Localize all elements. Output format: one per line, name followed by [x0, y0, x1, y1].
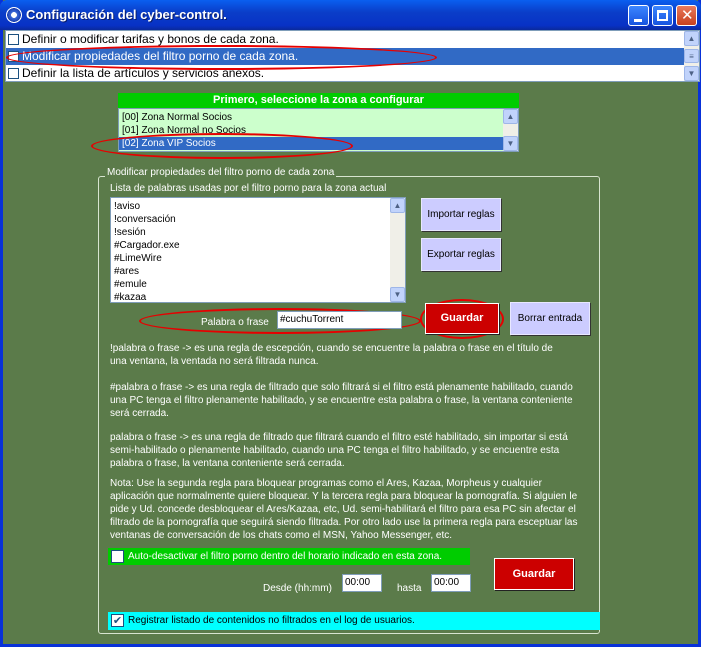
to-label: hasta: [397, 583, 422, 594]
word-item[interactable]: !sesión: [114, 226, 146, 239]
filter-group-title: Modificar propiedades del filtro porno d…: [105, 167, 337, 178]
log-checkbox[interactable]: ✔: [111, 614, 124, 627]
zone-item[interactable]: [00] Zona Normal Socios: [119, 111, 503, 124]
to-time-input[interactable]: 00:00: [431, 574, 471, 592]
scroll-up-icon[interactable]: ▲: [684, 31, 699, 46]
word-item[interactable]: #Cargador.exe: [114, 239, 180, 252]
export-rules-button[interactable]: Exportar reglas: [421, 238, 501, 271]
zone-header: Primero, seleccione la zona a configurar: [118, 93, 519, 108]
import-rules-button[interactable]: Importar reglas: [421, 198, 501, 231]
close-icon: ✕: [681, 6, 694, 24]
maximize-button[interactable]: [652, 5, 673, 26]
option-tariffs[interactable]: Definir o modificar tarifas y bonos de c…: [6, 31, 686, 48]
app-gear-icon: [6, 7, 22, 23]
from-label: Desde (hh:mm): [263, 583, 332, 594]
delete-entry-button[interactable]: Borrar entrada: [510, 302, 590, 335]
word-item[interactable]: !aviso: [114, 200, 140, 213]
close-button[interactable]: ✕: [676, 5, 697, 26]
option-label: Definir o modificar tarifas y bonos de c…: [22, 32, 279, 46]
window-title: Configuración del cyber-control.: [26, 7, 227, 22]
annotation-ellipse: [6, 45, 437, 70]
help-text: !palabra o frase -> es una regla de esce…: [110, 343, 553, 367]
word-list-scrollbar[interactable]: ▲ ▼: [390, 198, 405, 302]
title-bar[interactable]: Configuración del cyber-control. ✕: [0, 0, 701, 30]
maximize-icon: [657, 10, 668, 21]
scroll-down-icon[interactable]: ▼: [503, 136, 518, 151]
scroll-thumb[interactable]: ≡: [684, 49, 699, 63]
scroll-up-icon[interactable]: ▲: [390, 198, 405, 213]
option-checkbox[interactable]: [8, 68, 19, 79]
minimize-button[interactable]: [628, 5, 649, 26]
auto-disable-label: Auto-desactivar el filtro porno dentro d…: [128, 551, 443, 562]
from-time-input[interactable]: 00:00: [342, 574, 382, 592]
annotation-ellipse: [91, 133, 353, 159]
log-label: Registrar listado de contenidos no filtr…: [128, 615, 415, 626]
scroll-down-icon[interactable]: ▼: [390, 287, 405, 302]
word-item[interactable]: #emule: [114, 278, 147, 291]
word-item[interactable]: #kazaa: [114, 291, 146, 304]
scroll-up-icon[interactable]: ▲: [503, 109, 518, 124]
word-list-label: Lista de palabras usadas por el filtro p…: [110, 183, 387, 194]
auto-disable-checkbox[interactable]: [111, 550, 124, 563]
scroll-down-icon[interactable]: ▼: [684, 66, 699, 81]
option-checkbox[interactable]: [8, 34, 19, 45]
phrase-label: Palabra o frase: [201, 317, 269, 328]
help-text: #palabra o frase -> es una regla de filt…: [110, 382, 573, 419]
zone-scrollbar[interactable]: ▲ ▼: [503, 109, 518, 151]
minimize-icon: [634, 19, 642, 22]
word-item[interactable]: #LimeWire: [114, 252, 162, 265]
phrase-input[interactable]: #cuchuTorrent: [277, 311, 402, 329]
options-scrollbar[interactable]: ▲ ≡ ▼: [684, 31, 699, 81]
note-text: Nota: Use la segunda regla para bloquear…: [110, 478, 578, 541]
word-item[interactable]: !conversación: [114, 213, 176, 226]
help-text: palabra o frase -> es una regla de filtr…: [110, 432, 568, 469]
word-item[interactable]: #ares: [114, 265, 139, 278]
save-schedule-button[interactable]: Guardar: [494, 558, 574, 590]
save-word-button[interactable]: Guardar: [425, 303, 499, 334]
word-list[interactable]: !aviso !conversación !sesión #Cargador.e…: [110, 197, 406, 303]
config-window: Configuración del cyber-control. ✕ Defin…: [0, 0, 701, 647]
